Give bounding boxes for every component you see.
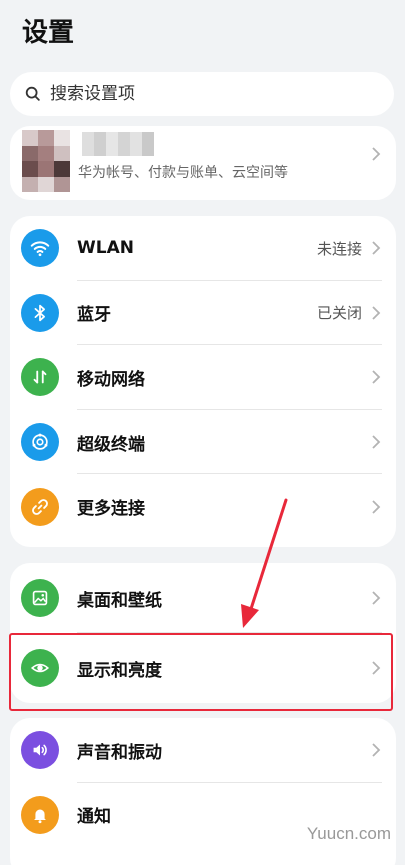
chevron-right-icon (372, 500, 381, 514)
settings-item-label: 移动网络 (77, 369, 145, 390)
chevron-right-icon (372, 241, 381, 255)
chevron-right-icon (372, 743, 381, 757)
settings-item-sound[interactable]: 声音和振动 (10, 718, 396, 783)
chevron-right-icon (372, 661, 381, 675)
settings-item-label: 通知 (77, 807, 111, 828)
chevron-right-icon (372, 591, 381, 605)
bell-icon (21, 795, 59, 834)
chevron-right-icon (372, 306, 381, 320)
status-text: 未连接 (316, 239, 362, 258)
settings-item-label: 更多连接 (77, 499, 145, 520)
chevron-right-icon (372, 370, 381, 385)
mobile-data-icon (21, 358, 59, 397)
watermark: Yuucn.com (306, 824, 391, 843)
chevron-right-icon (372, 147, 381, 161)
connectivity-group: WLAN 未连接 蓝牙 已关闭 移动网络 超级终端 更多连接 (10, 216, 396, 547)
settings-item-label: 超级终端 (77, 434, 145, 455)
display-group: 桌面和壁纸 显示和亮度 (10, 563, 396, 703)
settings-item-label: WLAN (77, 238, 134, 259)
settings-item-bluetooth[interactable]: 蓝牙 已关闭 (10, 281, 396, 346)
account-subtitle: 华为帐号、付款与账单、云空间等 (78, 165, 288, 181)
link-icon (21, 487, 59, 526)
settings-item-label: 蓝牙 (77, 305, 111, 326)
search-bar[interactable] (10, 72, 394, 116)
avatar (22, 130, 70, 192)
wifi-icon (21, 229, 59, 268)
settings-item-wallpaper[interactable]: 桌面和壁纸 (10, 563, 396, 633)
status-text: 已关闭 (316, 304, 362, 323)
account-name-blurred (82, 132, 154, 156)
settings-item-wlan[interactable]: WLAN 未连接 (10, 216, 396, 281)
eye-icon (21, 649, 59, 687)
settings-item-more-connections[interactable]: 更多连接 (10, 474, 396, 539)
search-icon (25, 86, 40, 101)
wallpaper-icon (21, 579, 59, 617)
search-input[interactable] (50, 84, 350, 104)
settings-item-label: 声音和振动 (77, 742, 162, 763)
super-device-icon (21, 423, 59, 462)
page-title: 设置 (22, 18, 75, 48)
bluetooth-icon (21, 293, 59, 332)
chevron-right-icon (372, 435, 381, 449)
settings-item-label: 显示和亮度 (77, 660, 162, 681)
settings-item-mobile-network[interactable]: 移动网络 (10, 345, 396, 410)
account-card[interactable]: 华为帐号、付款与账单、云空间等 (10, 126, 396, 200)
settings-item-super-device[interactable]: 超级终端 (10, 410, 396, 475)
settings-item-display-brightness[interactable]: 显示和亮度 (10, 633, 396, 703)
settings-item-label: 桌面和壁纸 (77, 590, 162, 611)
speaker-icon (21, 731, 59, 770)
